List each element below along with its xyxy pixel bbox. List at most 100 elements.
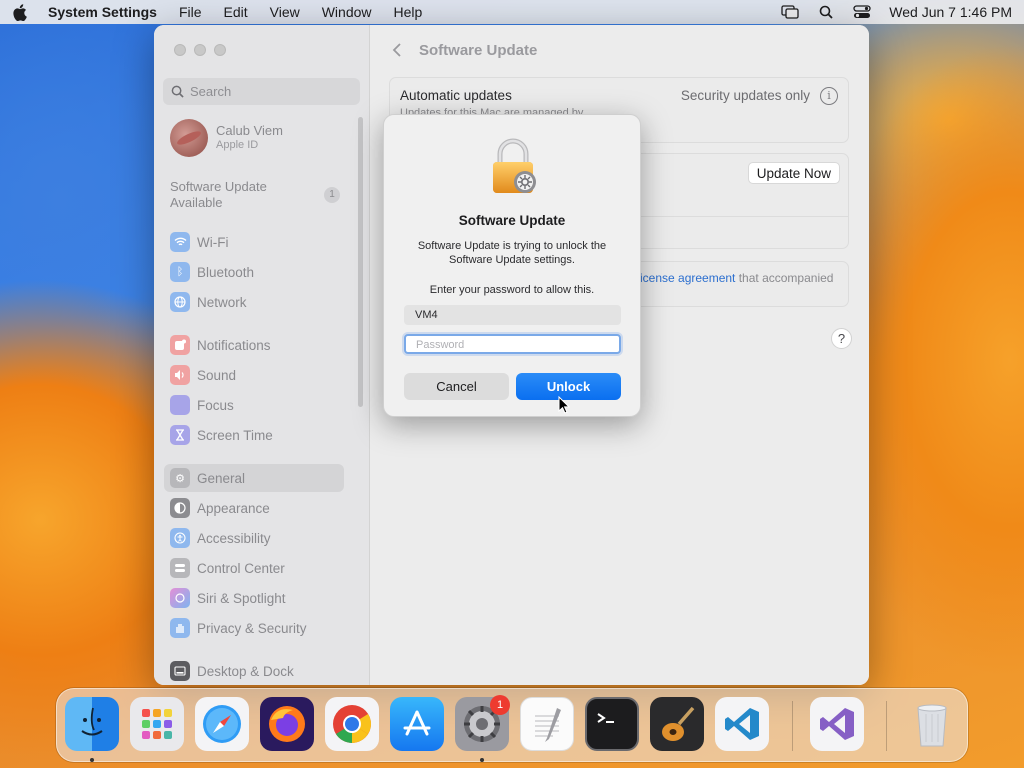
menubar-clock[interactable]: Wed Jun 7 1:46 PM <box>889 4 1012 20</box>
update-label-line2: Available <box>170 195 223 210</box>
sidebar-item-wifi[interactable]: Wi-Fi <box>164 228 344 256</box>
software-update-available-item[interactable]: Software Update Available 1 <box>170 179 340 211</box>
sidebar-item-label: Screen Time <box>197 427 273 443</box>
dock-separator <box>886 701 887 751</box>
general-icon: ⚙ <box>170 468 190 488</box>
appearance-icon <box>170 498 190 518</box>
firefox-icon[interactable] <box>260 697 314 751</box>
profile-name: Calub Viem <box>216 123 283 138</box>
siri-icon <box>170 588 190 608</box>
apple-menu-icon[interactable] <box>12 3 28 21</box>
window-controls <box>174 44 226 56</box>
sidebar-item-label: Privacy & Security <box>197 620 307 636</box>
sidebar-item-label: Control Center <box>197 560 285 576</box>
apple-id-profile[interactable]: Calub Viem Apple ID <box>170 119 283 157</box>
vscode-icon[interactable] <box>715 697 769 751</box>
chrome-icon[interactable] <box>325 697 379 751</box>
sidebar-item-label: Appearance <box>197 500 270 516</box>
network-icon <box>170 292 190 312</box>
sidebar-scrollbar[interactable] <box>358 117 363 407</box>
info-icon[interactable]: i <box>820 87 838 105</box>
sidebar-item-label: Focus <box>197 397 234 413</box>
automatic-updates-label: Automatic updates <box>400 88 512 103</box>
finder-running-dot <box>90 758 94 762</box>
sidebar-item-notifications[interactable]: Notifications <box>164 331 344 359</box>
launchpad-icon[interactable] <box>130 697 184 751</box>
screen-time-icon <box>170 425 190 445</box>
sidebar-item-general[interactable]: ⚙ General <box>164 464 344 492</box>
app-store-icon[interactable] <box>390 697 444 751</box>
search-icon <box>171 85 184 98</box>
sound-icon <box>170 365 190 385</box>
license-text: icense agreement that accompanied <box>640 271 833 285</box>
menu-edit[interactable]: Edit <box>224 4 248 20</box>
sidebar-item-label: Bluetooth <box>197 264 255 280</box>
sidebar-item-control-center[interactable]: Control Center <box>164 554 344 582</box>
settings-running-dot <box>480 758 484 762</box>
lock-icon <box>488 137 538 197</box>
zoom-window-button[interactable] <box>214 44 226 56</box>
finder-icon[interactable] <box>65 697 119 751</box>
update-label-line1: Software Update <box>170 179 267 194</box>
dialog-title: Software Update <box>458 213 566 228</box>
sidebar-item-screen-time[interactable]: Screen Time <box>164 421 344 449</box>
back-chevron-icon[interactable] <box>392 42 402 63</box>
dock-separator <box>792 701 793 751</box>
notifications-icon <box>170 335 190 355</box>
control-center-icon[interactable] <box>853 5 871 19</box>
help-button[interactable]: ? <box>831 328 852 349</box>
bluetooth-icon: ᛒ <box>170 262 190 282</box>
menu-window[interactable]: Window <box>322 4 372 20</box>
sidebar-item-privacy-security[interactable]: Privacy & Security <box>164 614 344 642</box>
sidebar-item-bluetooth[interactable]: ᛒ Bluetooth <box>164 258 344 286</box>
menu-view[interactable]: View <box>270 4 300 20</box>
sidebar-item-appearance[interactable]: Appearance <box>164 494 344 522</box>
cancel-button[interactable]: Cancel <box>404 373 509 400</box>
trash-icon[interactable] <box>905 697 959 751</box>
screen-mirroring-icon[interactable] <box>781 5 799 19</box>
spotlight-search-icon[interactable] <box>817 5 835 19</box>
password-field[interactable]: Password <box>404 334 621 354</box>
update-now-button[interactable]: Update Now <box>747 162 840 184</box>
sidebar-item-accessibility[interactable]: Accessibility <box>164 524 344 552</box>
page-title: Software Update <box>419 42 538 59</box>
sidebar-item-label: Desktop & Dock <box>197 663 294 679</box>
terminal-icon[interactable] <box>585 697 639 751</box>
focus-icon <box>170 395 190 415</box>
license-agreement-link[interactable]: icense agreement <box>640 271 735 285</box>
textedit-icon[interactable] <box>520 697 574 751</box>
sidebar-item-label: General <box>197 470 246 486</box>
sidebar-item-desktop-dock[interactable]: Desktop & Dock <box>164 657 344 685</box>
sidebar-item-label: Network <box>197 294 247 310</box>
username-field[interactable]: VM4 <box>404 305 621 325</box>
safari-icon[interactable] <box>195 697 249 751</box>
sidebar-item-label: Siri & Spotlight <box>197 590 286 606</box>
sidebar-item-focus[interactable]: Focus <box>164 391 344 419</box>
dialog-prompt: Enter your password to allow this. <box>429 284 595 296</box>
unlock-dialog: Software Update Software Update is tryin… <box>383 114 641 417</box>
sidebar-item-sound[interactable]: Sound <box>164 361 344 389</box>
update-count-badge: 1 <box>324 187 340 203</box>
sidebar-item-network[interactable]: Network <box>164 288 344 316</box>
sidebar-item-label: Sound <box>197 367 237 383</box>
menu-file[interactable]: File <box>179 4 202 20</box>
sidebar-search-field[interactable]: Search <box>163 78 360 105</box>
minimize-window-button[interactable] <box>194 44 206 56</box>
avatar <box>170 119 208 157</box>
menu-app-name[interactable]: System Settings <box>48 4 157 20</box>
menu-help[interactable]: Help <box>394 4 423 20</box>
sidebar-item-siri-spotlight[interactable]: Siri & Spotlight <box>164 584 344 612</box>
sidebar: Search Calub Viem Apple ID Software Upda… <box>154 25 370 685</box>
visual-studio-icon[interactable] <box>810 697 864 751</box>
dialog-message: Software Update is trying to unlock the … <box>417 240 607 266</box>
menu-bar: System Settings File Edit View Window He… <box>0 0 1024 24</box>
search-placeholder: Search <box>190 84 232 99</box>
dock <box>56 688 968 762</box>
garageband-icon[interactable] <box>650 697 704 751</box>
automatic-updates-value: Security updates only <box>680 88 810 103</box>
close-window-button[interactable] <box>174 44 186 56</box>
sidebar-item-label: Notifications <box>197 337 271 353</box>
wifi-icon <box>170 232 190 252</box>
license-text-rest: that accompanied <box>735 271 834 285</box>
privacy-icon <box>170 618 190 638</box>
